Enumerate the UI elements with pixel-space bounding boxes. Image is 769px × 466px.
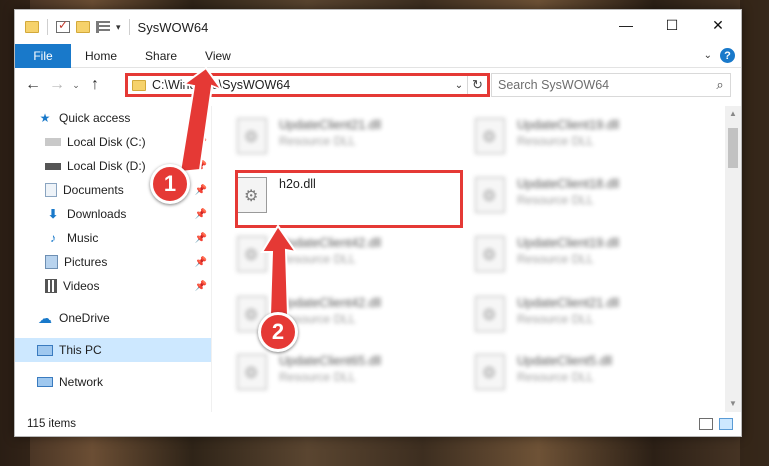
step-1-badge: 1 [150, 164, 190, 204]
arrow-to-address-bar [178, 66, 225, 174]
step-2-badge: 2 [258, 312, 298, 352]
arrow-to-h2o-file [260, 224, 299, 317]
annotation-arrows [178, 66, 299, 317]
